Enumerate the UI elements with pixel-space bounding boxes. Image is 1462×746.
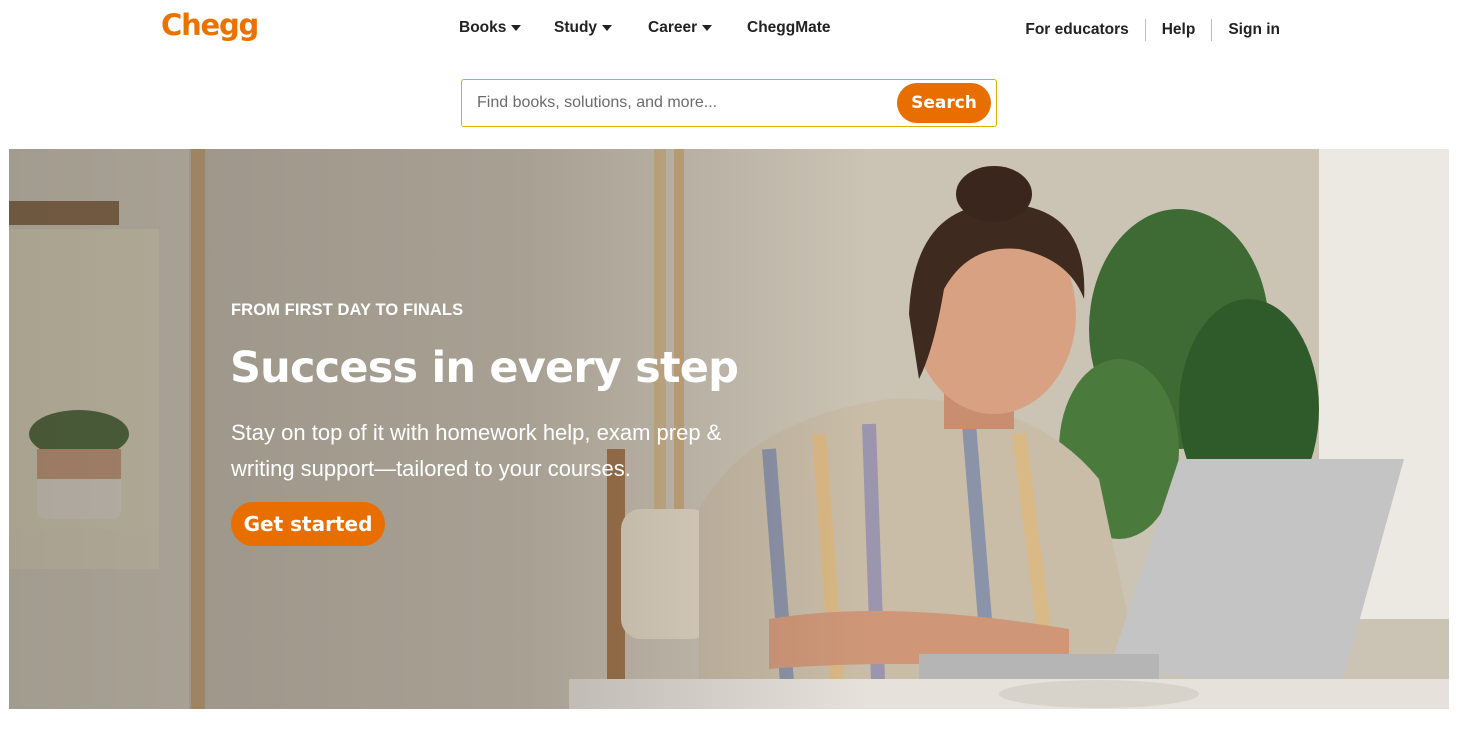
help-link[interactable]: Help — [1162, 21, 1196, 39]
divider — [1211, 19, 1213, 41]
hero-banner: FROM FIRST DAY TO FINALS Success in ever… — [9, 149, 1449, 709]
hero-eyebrow: FROM FIRST DAY TO FINALS — [231, 301, 464, 319]
hero-subtext: Stay on top of it with homework help, ex… — [231, 420, 722, 481]
chevron-down-icon — [602, 25, 613, 31]
nav-study[interactable]: Study — [554, 19, 613, 37]
chevron-down-icon — [511, 25, 522, 31]
utility-nav: For educators Help Sign in — [1025, 19, 1280, 41]
nav-career[interactable]: Career — [648, 19, 713, 37]
nav-books-label: Books — [459, 19, 507, 36]
nav-study-label: Study — [554, 19, 598, 36]
divider — [1144, 19, 1146, 41]
get-started-button[interactable]: Get started — [231, 502, 385, 546]
sign-in-link[interactable]: Sign in — [1228, 21, 1280, 39]
hero-headline: Success in every step — [230, 343, 739, 393]
nav-books[interactable]: Books — [459, 19, 522, 37]
nav-career-label: Career — [648, 19, 698, 36]
chevron-down-icon — [702, 25, 713, 31]
search-button[interactable]: Search — [897, 83, 991, 123]
search-bar: Search — [461, 79, 997, 127]
chegg-logo[interactable]: Chegg — [161, 8, 259, 42]
nav-cheggmate[interactable]: CheggMate — [747, 19, 831, 37]
for-educators-link[interactable]: For educators — [1025, 21, 1128, 39]
nav-cheggmate-label: CheggMate — [747, 19, 831, 36]
